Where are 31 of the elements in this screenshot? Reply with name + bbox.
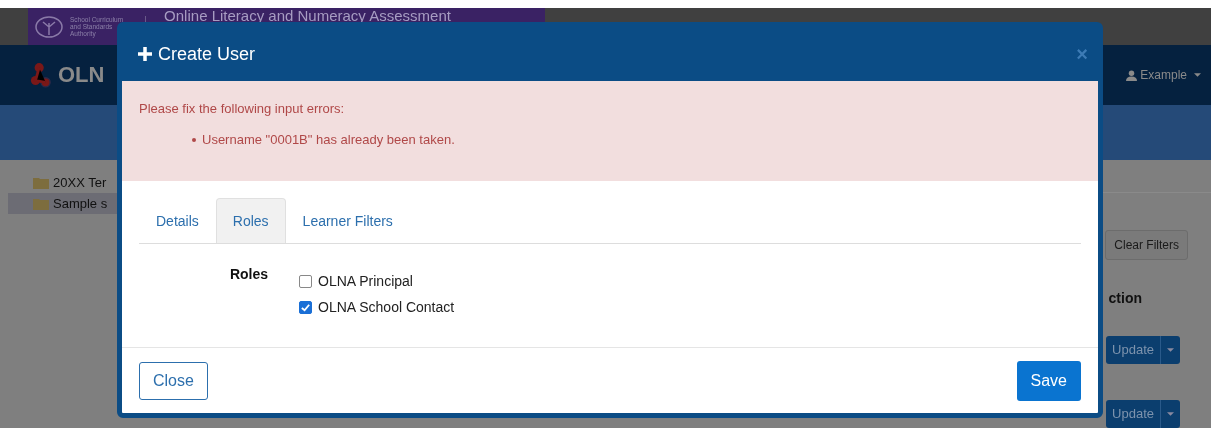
bullet-icon (192, 137, 196, 142)
dialog-title: Create User (158, 43, 256, 65)
molecule-logo-icon (30, 61, 52, 89)
tree-logo-icon (34, 14, 64, 39)
save-button[interactable]: Save (1016, 360, 1081, 401)
alert-heading: Please fix the following input errors: (139, 101, 346, 116)
close-button[interactable]: Close (139, 361, 208, 400)
user-icon (1126, 69, 1138, 81)
roles-label: Roles (228, 266, 268, 284)
caret-icon (1167, 348, 1174, 352)
tab[interactable]: Learner Filters (285, 198, 410, 243)
folder-icon (33, 197, 49, 210)
clear-filters-button[interactable]: Clear Filters (1105, 230, 1188, 260)
folder-icon (33, 176, 49, 189)
plus-icon (138, 47, 152, 61)
tab[interactable]: Details (139, 198, 216, 243)
checkbox[interactable] (299, 300, 312, 314)
caret-icon (1167, 412, 1174, 416)
tab[interactable]: Roles (215, 198, 286, 243)
update-split-button[interactable]: Update (1106, 336, 1180, 364)
app-name: OLN (58, 62, 105, 88)
banner-title: Online Literacy and Numeracy Assessment (164, 9, 451, 23)
checkbox[interactable] (299, 274, 312, 288)
error-message: Username "0001B" has already been taken. (202, 132, 455, 147)
user-menu[interactable]: Example (1126, 68, 1201, 82)
role-checkbox[interactable]: OLNA Principal (299, 273, 455, 289)
column-header: ction (1108, 289, 1142, 308)
role-checkbox[interactable]: OLNA School Contact (299, 299, 455, 315)
folder-item[interactable]: 20XX Ter (8, 172, 386, 193)
update-split-button[interactable]: Update (1106, 400, 1180, 428)
caret-icon (1194, 73, 1201, 77)
